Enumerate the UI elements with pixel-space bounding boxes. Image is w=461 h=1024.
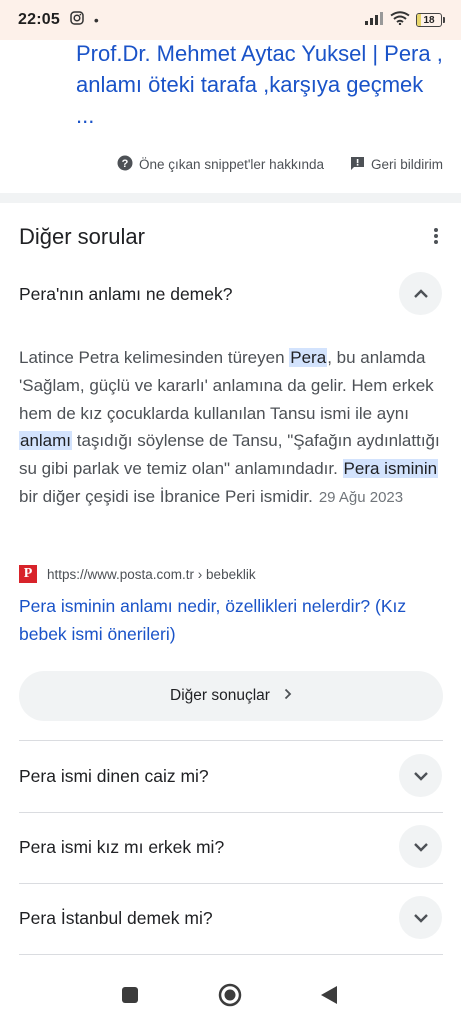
instagram-icon — [70, 10, 84, 30]
signal-icon — [364, 11, 384, 30]
divider — [19, 812, 443, 813]
source-row[interactable]: P https://www.posta.com.tr › bebeklik — [19, 565, 256, 583]
divider — [19, 740, 443, 741]
nav-square-icon[interactable] — [121, 986, 139, 1004]
snippet-footer: ? Öne çıkan snippet'ler hakkında Geri bi… — [117, 155, 443, 174]
chevron-down-icon[interactable] — [399, 754, 442, 797]
question-expanded[interactable]: Pera'nın anlamı ne demek? — [0, 270, 461, 318]
battery-level: 18 — [423, 14, 435, 26]
chevron-up-icon[interactable] — [399, 272, 442, 315]
feedback-link[interactable]: Geri bildirim — [350, 156, 443, 174]
nav-circle-icon[interactable] — [218, 983, 242, 1007]
section-title: Diğer sorular — [19, 224, 145, 249]
battery-icon: 18 — [416, 13, 445, 27]
wifi-icon — [390, 10, 410, 30]
question-collapsed[interactable]: Pera ismi dinen caiz mi? — [0, 752, 461, 800]
chevron-down-icon[interactable] — [399, 896, 442, 939]
notification-dot: • — [93, 12, 99, 28]
site-favicon: P — [19, 565, 37, 583]
more-vert-icon[interactable] — [426, 226, 446, 246]
answer-text: Latince Petra kelimesinden türeyen Pera,… — [19, 344, 444, 512]
more-results-button[interactable]: Diğer sonuçlar — [19, 671, 443, 721]
status-bar: 22:05 • 18 — [0, 0, 461, 40]
question-text: Pera'nın anlamı ne demek? — [19, 283, 233, 304]
system-nav-bar — [0, 968, 461, 1024]
answer-highlight: Pera isminin — [342, 459, 439, 479]
question-text: Pera ismi kız mı erkek mi? — [19, 836, 225, 857]
nav-back-icon[interactable] — [320, 985, 338, 1005]
source-title-link[interactable]: Pera isminin anlamı nedir, özellikleri n… — [19, 592, 439, 648]
chevron-right-icon — [284, 687, 292, 705]
feedback-icon — [350, 156, 365, 174]
answer-highlight: Pera — [289, 348, 328, 367]
svg-text:?: ? — [122, 158, 129, 170]
question-collapsed[interactable]: Pera ismi kız mı erkek mi? — [0, 823, 461, 871]
about-snippets-link[interactable]: ? Öne çıkan snippet'ler hakkında — [117, 155, 324, 174]
answer-part: Latince Petra kelimesinden türeyen — [19, 348, 290, 367]
feedback-label: Geri bildirim — [370, 157, 443, 172]
question-text: Pera İstanbul demek mi? — [19, 907, 213, 928]
section-separator — [0, 193, 461, 203]
status-time: 22:05 — [18, 11, 60, 28]
source-url: https://www.posta.com.tr › bebeklik — [47, 566, 256, 582]
more-results-label: Diğer sonuçlar — [170, 687, 270, 704]
help-icon: ? — [117, 155, 133, 174]
answer-highlight: anlamı — [19, 431, 73, 451]
answer-part: bir diğer çeşidi ise İbranice Peri ismid… — [19, 486, 313, 506]
divider — [19, 954, 443, 955]
question-collapsed[interactable]: Pera İstanbul demek mi? — [0, 894, 461, 942]
snippet-title-link[interactable]: Prof.Dr. Mehmet Aytac Yuksel | Pera , an… — [76, 38, 446, 131]
chevron-down-icon[interactable] — [399, 825, 442, 868]
divider — [19, 883, 443, 884]
answer-date: 29 Ağu 2023 — [318, 488, 404, 506]
about-snippets-label: Öne çıkan snippet'ler hakkında — [139, 157, 324, 172]
question-text: Pera ismi dinen caiz mi? — [19, 765, 209, 786]
